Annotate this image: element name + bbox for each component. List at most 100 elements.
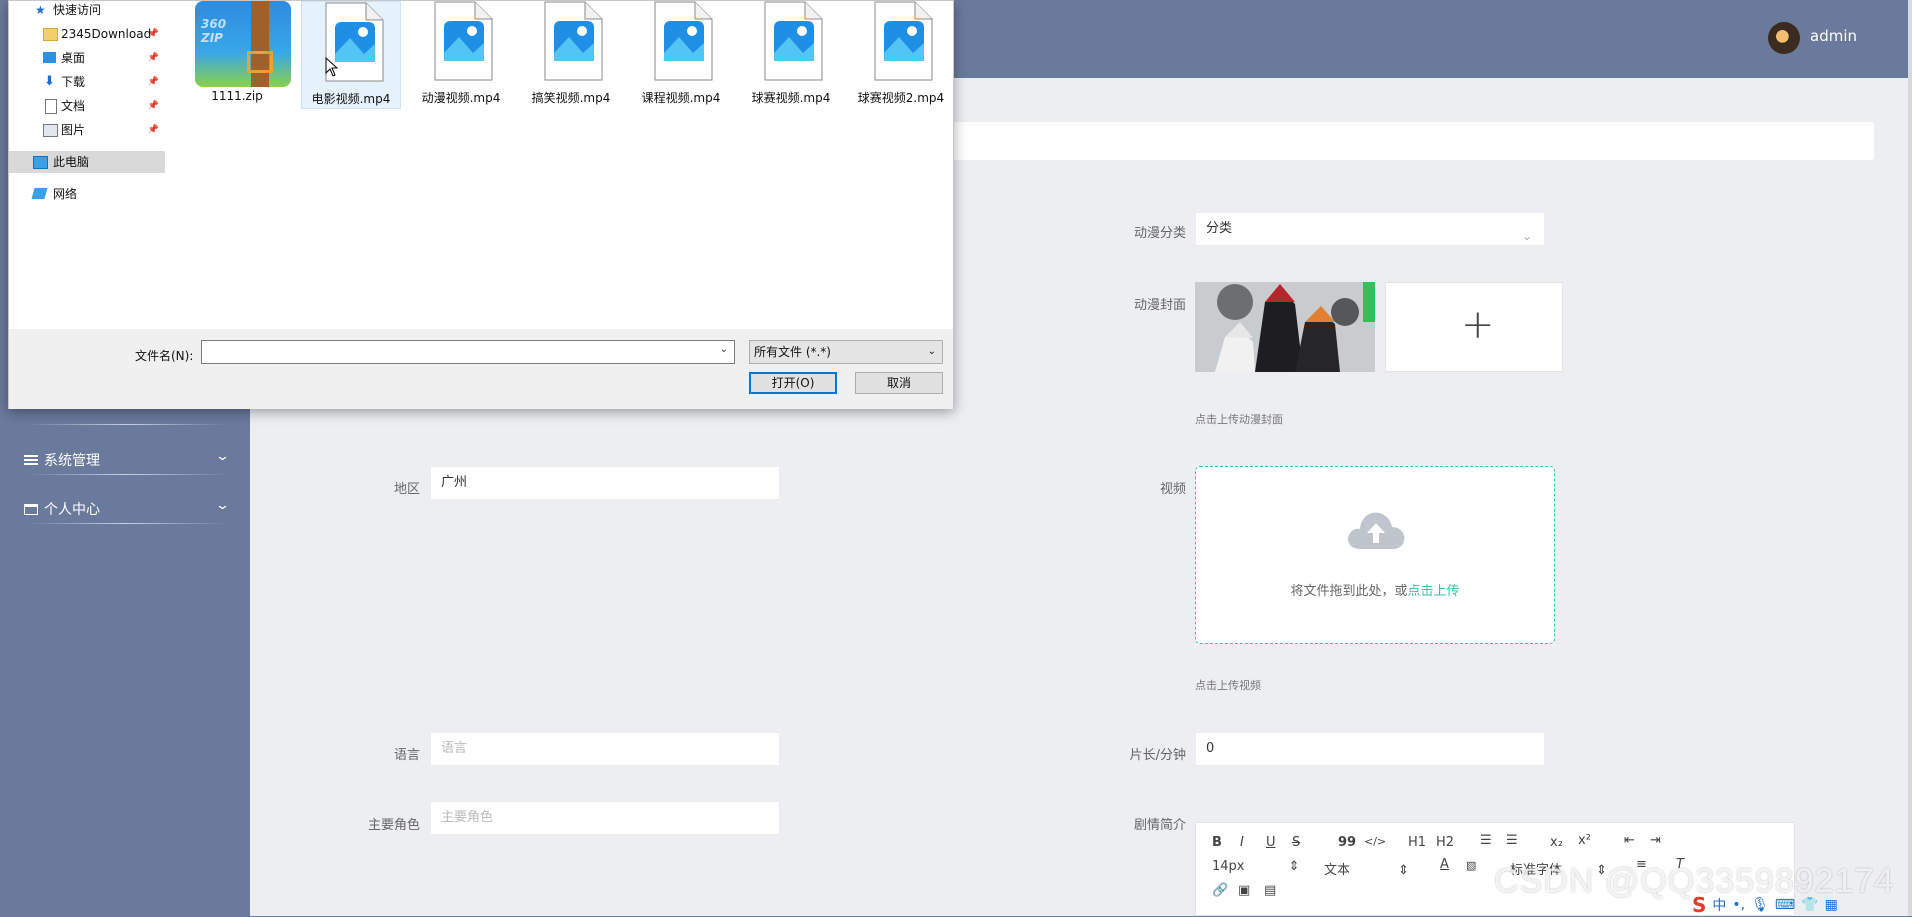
sidebar-item-system[interactable]: 系统管理 ⌄ bbox=[24, 449, 231, 470]
upload-link[interactable]: 点击上传 bbox=[1408, 584, 1460, 599]
subscript-button[interactable]: x₂ bbox=[1550, 835, 1563, 850]
nav-this-pc[interactable]: 此电脑 bbox=[9, 151, 165, 173]
cover-image[interactable] bbox=[1195, 282, 1375, 372]
language-input[interactable]: 语言 bbox=[430, 732, 780, 766]
nav-label: 文档 bbox=[61, 99, 86, 113]
file-item[interactable]: 搞笑视频.mp4 bbox=[521, 1, 621, 109]
nav-2345download[interactable]: 2345Download 📌 bbox=[9, 23, 165, 45]
filename-input[interactable]: ⌄ bbox=[201, 340, 735, 364]
bullet-list-icon[interactable]: ☰ bbox=[1506, 833, 1518, 848]
nav-desktop[interactable]: 桌面 📌 bbox=[9, 47, 165, 69]
video-label: 视频 bbox=[1159, 482, 1186, 497]
open-button[interactable]: 打开(O) bbox=[749, 372, 837, 394]
zip-label-icon: 360 ZIP bbox=[201, 17, 227, 45]
file-item[interactable]: 动漫视频.mp4 bbox=[411, 1, 511, 109]
nav-label: 下载 bbox=[61, 75, 86, 89]
network-icon bbox=[31, 188, 48, 199]
category-select[interactable]: 分类 ⌄ bbox=[1195, 212, 1545, 246]
file-item[interactable]: 球赛视频.mp4 bbox=[741, 1, 841, 109]
zip-archive-icon: 360 ZIP bbox=[195, 1, 291, 87]
file-item-selected[interactable]: 电影视频.mp4 bbox=[301, 1, 401, 109]
file-item-zip[interactable]: 360 ZIP 1111.zip bbox=[187, 1, 291, 109]
nav-documents[interactable]: 文档 📌 bbox=[9, 95, 165, 117]
video-drop-zone[interactable]: 将文件拖到此处，或点击上传 bbox=[1195, 466, 1555, 644]
ime-indicator[interactable]: 中 bbox=[1712, 895, 1726, 915]
updown-icon: ⇕ bbox=[1398, 863, 1410, 878]
image-file-icon bbox=[874, 1, 933, 81]
h2-button[interactable]: H2 bbox=[1436, 835, 1454, 850]
nav-label: 图片 bbox=[61, 123, 86, 137]
user-avatar[interactable] bbox=[1768, 22, 1800, 54]
category-label: 动漫分类 bbox=[1133, 226, 1186, 241]
nav-quick-access[interactable]: ★ 快速访问 bbox=[9, 0, 165, 21]
bold-button[interactable]: B bbox=[1212, 835, 1222, 850]
chevron-down-icon[interactable]: ⌄ bbox=[720, 344, 728, 355]
duration-input[interactable]: 0 bbox=[1195, 732, 1545, 766]
nav-downloads[interactable]: ⬇ 下载 📌 bbox=[9, 71, 165, 93]
quote-button[interactable]: 99 bbox=[1338, 835, 1356, 850]
italic-button[interactable]: I bbox=[1240, 835, 1244, 850]
skin-icon[interactable]: 👕 bbox=[1801, 897, 1818, 913]
category-value: 分类 bbox=[1206, 221, 1233, 236]
sidebar-item-personal[interactable]: 个人中心 ⌄ bbox=[24, 498, 230, 519]
nav-network[interactable]: 网络 bbox=[9, 183, 165, 205]
strike-button[interactable]: S bbox=[1292, 835, 1300, 850]
cloud-upload-icon bbox=[1348, 512, 1405, 549]
pin-icon: 📌 bbox=[147, 53, 159, 63]
font-color-icon[interactable]: A bbox=[1440, 857, 1449, 872]
file-name: 课程视频.mp4 bbox=[641, 91, 721, 105]
image-file-icon bbox=[434, 1, 493, 81]
pin-icon: 📌 bbox=[147, 29, 159, 39]
cancel-button[interactable]: 取消 bbox=[855, 372, 943, 394]
nav-pictures[interactable]: 图片 📌 bbox=[9, 119, 165, 141]
username-label[interactable]: admin bbox=[1810, 27, 1857, 45]
system-tray: S 中 •, 🎙 ⌨ 👕 ▦ bbox=[1692, 893, 1908, 917]
sogou-icon[interactable]: S bbox=[1692, 893, 1706, 917]
plus-icon: + bbox=[1461, 302, 1495, 348]
video-icon[interactable]: ▤ bbox=[1264, 883, 1276, 898]
drop-text: 将文件拖到此处，或点击上传 bbox=[1196, 580, 1554, 599]
roles-input[interactable]: 主要角色 bbox=[430, 801, 780, 835]
page-scrollbar[interactable] bbox=[1908, 0, 1912, 916]
cover-upload-button[interactable]: + bbox=[1385, 282, 1563, 372]
file-name: 1111.zip bbox=[211, 89, 263, 103]
image-icon[interactable]: ▣ bbox=[1238, 883, 1250, 898]
ordered-list-icon[interactable]: ☰ bbox=[1480, 833, 1492, 848]
underline-button[interactable]: U bbox=[1266, 835, 1276, 850]
download-icon: ⬇ bbox=[44, 74, 55, 89]
keyboard-icon[interactable]: ⌨ bbox=[1775, 897, 1795, 913]
language-label: 语言 bbox=[393, 748, 420, 763]
image-file-icon bbox=[654, 1, 713, 81]
nav-label: 桌面 bbox=[61, 51, 86, 65]
microphone-icon[interactable]: 🎙 bbox=[1751, 897, 1769, 913]
filetype-select[interactable]: 所有文件 (*.*) ⌄ bbox=[749, 340, 943, 364]
file-item[interactable]: 课程视频.mp4 bbox=[631, 1, 731, 109]
outdent-icon[interactable]: ⇤ bbox=[1624, 833, 1635, 848]
file-name: 电影视频.mp4 bbox=[311, 92, 391, 106]
toolbox-icon[interactable]: ▦ bbox=[1825, 897, 1838, 913]
text-style-select[interactable]: 文本 ⇕ bbox=[1324, 859, 1409, 878]
link-icon[interactable]: 🔗 bbox=[1212, 883, 1228, 898]
size-select[interactable]: 14px ⇕ bbox=[1212, 859, 1300, 874]
document-icon bbox=[45, 99, 57, 114]
chevron-down-icon: ⌄ bbox=[214, 449, 231, 464]
nav-label: 网络 bbox=[53, 187, 78, 201]
code-button[interactable]: </> bbox=[1364, 835, 1386, 848]
size-value: 14px bbox=[1212, 859, 1245, 874]
chevron-down-icon: ⌄ bbox=[1521, 229, 1532, 243]
navigation-pane: ★ 快速访问 2345Download 📌 桌面 📌 ⬇ 下载 📌 文档 📌 图… bbox=[9, 1, 165, 329]
file-item[interactable]: 球赛视频2.mp4 bbox=[851, 1, 951, 109]
background-color-icon[interactable]: ▧ bbox=[1466, 859, 1476, 872]
updown-icon: ⇕ bbox=[1288, 859, 1300, 874]
zipper-icon bbox=[251, 1, 269, 87]
duration-label: 片长/分钟 bbox=[1129, 748, 1186, 763]
indent-icon[interactable]: ⇥ bbox=[1650, 833, 1661, 848]
h1-button[interactable]: H1 bbox=[1408, 835, 1426, 850]
superscript-button[interactable]: x² bbox=[1578, 833, 1591, 848]
text-style-value: 文本 bbox=[1324, 863, 1351, 878]
mouse-cursor-icon bbox=[325, 57, 339, 77]
punctuation-icon[interactable]: •, bbox=[1732, 897, 1745, 913]
file-name: 动漫视频.mp4 bbox=[421, 91, 501, 105]
region-input[interactable]: 广州 bbox=[430, 466, 780, 500]
dialog-footer: 文件名(N): ⌄ 所有文件 (*.*) ⌄ 打开(O) 取消 bbox=[9, 329, 953, 409]
